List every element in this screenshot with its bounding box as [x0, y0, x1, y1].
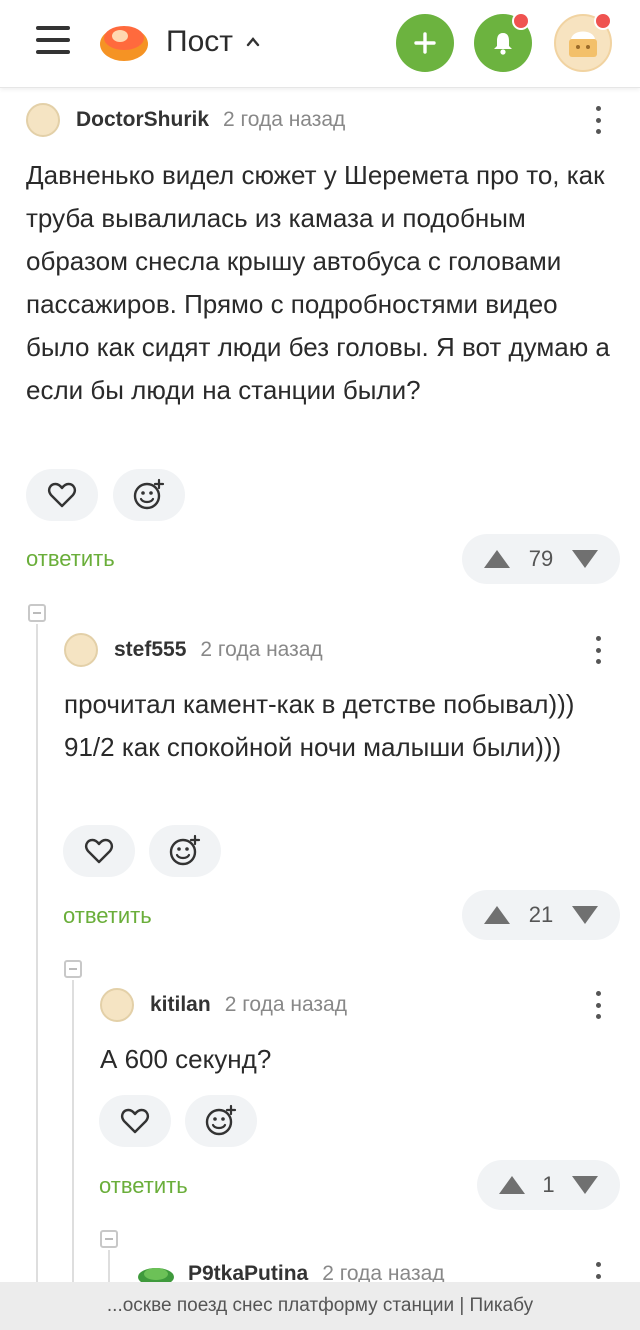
pikabu-logo[interactable]: [98, 20, 150, 64]
collapse-thread-button[interactable]: [28, 604, 46, 622]
rating-count: 21: [528, 902, 554, 927]
comment-author[interactable]: stef555: [114, 638, 186, 662]
comment-text: Давненько видел сюжет у Шеремета про то,…: [26, 160, 610, 405]
add-post-button[interactable]: [396, 14, 454, 72]
comment-header: kitilan 2 года назад: [100, 987, 347, 1023]
comment-author[interactable]: DoctorShurik: [76, 108, 209, 132]
emoji-add-icon: [205, 1104, 237, 1136]
thread-line: [72, 980, 74, 1282]
post-title-dropdown[interactable]: Пост: [166, 22, 261, 62]
avatar[interactable]: [64, 633, 98, 667]
avatar-image: [569, 31, 597, 57]
add-reaction-button[interactable]: [185, 1095, 257, 1147]
comment-author[interactable]: kitilan: [150, 993, 211, 1017]
downvote-icon[interactable]: [570, 904, 600, 926]
rating-count: 1: [542, 1172, 555, 1197]
comment-time: 2 года назад: [200, 638, 323, 661]
like-button[interactable]: [99, 1095, 171, 1147]
heart-icon: [121, 1108, 149, 1134]
notification-badge: [512, 12, 530, 30]
rating-count: 79: [528, 546, 554, 571]
page-title: Пост: [166, 25, 233, 58]
collapse-thread-button[interactable]: [100, 1230, 118, 1248]
notifications-button[interactable]: [474, 12, 532, 72]
top-bar: Пост: [0, 0, 640, 88]
comment-header: stef555 2 года назад: [64, 632, 323, 668]
emoji-add-icon: [169, 834, 201, 866]
add-reaction-button[interactable]: [113, 469, 185, 521]
heart-icon: [48, 482, 76, 508]
rating-control: 79: [462, 534, 620, 584]
comment-text: А 600 секунд?: [100, 1044, 272, 1074]
downvote-icon[interactable]: [570, 548, 600, 570]
reply-link[interactable]: ответить: [99, 1173, 188, 1199]
collapse-thread-button[interactable]: [64, 960, 82, 978]
comment-time: 2 года назад: [224, 993, 347, 1016]
reply-link[interactable]: ответить: [26, 546, 115, 572]
emoji-add-icon: [133, 478, 165, 510]
upvote-icon[interactable]: [497, 1174, 527, 1196]
rating-control: 1: [477, 1160, 620, 1210]
more-options-icon[interactable]: [588, 987, 608, 1023]
downvote-icon[interactable]: [570, 1174, 600, 1196]
profile-badge: [594, 12, 612, 30]
reply-link[interactable]: ответить: [63, 903, 152, 929]
avatar[interactable]: [100, 988, 134, 1022]
more-options-icon[interactable]: [588, 102, 608, 138]
comment-text: прочитал камент-как в детстве побывал)))…: [64, 689, 575, 762]
more-options-icon[interactable]: [588, 632, 608, 668]
upvote-icon[interactable]: [482, 904, 512, 926]
avatar[interactable]: [26, 103, 60, 137]
comment-time: 2 года назад: [223, 108, 346, 131]
plus-icon: [414, 32, 436, 54]
add-reaction-button[interactable]: [149, 825, 221, 877]
thread-line: [108, 1250, 110, 1282]
page-title-text: ...оскве поезд снес платформу станции | …: [106, 1295, 534, 1316]
upvote-icon[interactable]: [482, 548, 512, 570]
thread-line: [36, 624, 38, 1282]
bell-icon: [494, 33, 512, 55]
browser-page-title-bar: ...оскве поезд снес платформу станции | …: [0, 1282, 640, 1330]
user-avatar[interactable]: [554, 12, 612, 72]
rating-control: 21: [462, 890, 620, 940]
like-button[interactable]: [26, 469, 98, 521]
menu-icon[interactable]: [36, 26, 72, 56]
like-button[interactable]: [63, 825, 135, 877]
chevron-up-icon: [246, 37, 260, 47]
heart-icon: [85, 838, 113, 864]
comment-header: DoctorShurik 2 года назад: [26, 102, 345, 138]
